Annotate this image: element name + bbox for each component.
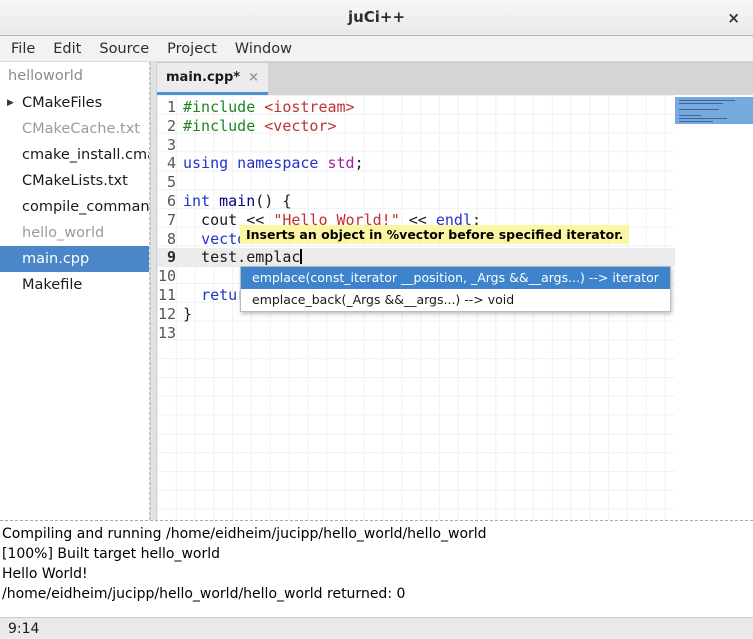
window-title: juCi++ bbox=[0, 0, 753, 34]
minimap-code-line bbox=[679, 115, 701, 116]
code-line-13[interactable]: 13 bbox=[157, 324, 675, 343]
app-window: juCi++ × FileEditSourceProjectWindow hel… bbox=[0, 0, 753, 639]
tab-bar: main.cpp* × bbox=[157, 62, 753, 95]
line-number: 4 bbox=[157, 154, 183, 173]
line-number: 1 bbox=[157, 98, 183, 117]
sidebar-item-makefile[interactable]: Makefile bbox=[0, 272, 149, 298]
minimap-code-line bbox=[679, 121, 713, 122]
code-line-9[interactable]: 9 test.emplac bbox=[157, 248, 675, 267]
code-text bbox=[183, 324, 675, 343]
tab-main-cpp[interactable]: main.cpp* × bbox=[157, 63, 268, 95]
code-line-1[interactable]: 1#include <iostream> bbox=[157, 98, 675, 117]
main-area: helloworld ▶ CMakeFiles CMakeCache.txt cmak… bbox=[0, 62, 753, 520]
file-label: CMakeLists.txt bbox=[22, 173, 128, 189]
line-number: 11 bbox=[157, 286, 183, 305]
tab-label: main.cpp* bbox=[166, 70, 240, 85]
build-output[interactable]: Compiling and running /home/eidheim/juci… bbox=[0, 520, 753, 617]
code-line-6[interactable]: 6int main() { bbox=[157, 192, 675, 211]
file-label: CMakeCache.txt bbox=[22, 121, 140, 137]
code-text: #include <vector> bbox=[183, 117, 675, 136]
output-line: Compiling and running /home/eidheim/juci… bbox=[2, 524, 751, 544]
sidebar-item-main-cpp[interactable]: main.cpp bbox=[0, 246, 149, 272]
title-bar[interactable]: juCi++ × bbox=[0, 0, 753, 36]
cursor-position: 9:14 bbox=[8, 621, 39, 637]
file-tree-items: ▶ CMakeFiles CMakeCache.txt cmake_install.c… bbox=[0, 90, 149, 298]
menu-project[interactable]: Project bbox=[158, 38, 226, 60]
code-text: using namespace std; bbox=[183, 154, 675, 173]
code-text bbox=[183, 173, 675, 192]
line-number: 6 bbox=[157, 192, 183, 211]
minimap-code-line bbox=[679, 118, 727, 119]
sidebar-item-cmakelists-txt[interactable]: CMakeLists.txt bbox=[0, 168, 149, 194]
menu-source[interactable]: Source bbox=[90, 38, 158, 60]
file-label: Makefile bbox=[22, 277, 82, 293]
completion-item[interactable]: emplace(const_iterator __position, _Args… bbox=[241, 267, 670, 289]
sidebar-item-hello-world[interactable]: hello_world bbox=[0, 220, 149, 246]
minimap-code-line bbox=[679, 100, 735, 101]
sidebar-item-cmakefiles[interactable]: ▶ CMakeFiles bbox=[0, 90, 149, 116]
file-label: CMakeFiles bbox=[22, 95, 102, 111]
code-editor[interactable]: 1#include <iostream>2#include <vector>34… bbox=[157, 95, 753, 520]
sidebar-item-cmake-install-cmake[interactable]: cmake_install.cmake bbox=[0, 142, 149, 168]
menu-window[interactable]: Window bbox=[226, 38, 301, 60]
code-line-3[interactable]: 3 bbox=[157, 136, 675, 155]
code-text: int main() { bbox=[183, 192, 675, 211]
pane-resize-handle[interactable] bbox=[150, 62, 157, 520]
editor-column: main.cpp* × 1#include <iostream>2#includ… bbox=[157, 62, 753, 520]
file-label: hello_world bbox=[22, 225, 104, 241]
file-label: main.cpp bbox=[22, 251, 89, 267]
status-bar: 9:14 bbox=[0, 617, 753, 639]
menu-file[interactable]: File bbox=[2, 38, 44, 60]
output-line: Hello World! bbox=[2, 564, 751, 584]
autocomplete-popup: emplace(const_iterator __position, _Args… bbox=[240, 266, 671, 312]
code-line-4[interactable]: 4using namespace std; bbox=[157, 154, 675, 173]
doc-tooltip: Inserts an object in %vector before spec… bbox=[240, 225, 629, 244]
line-number: 2 bbox=[157, 117, 183, 136]
line-number: 9 bbox=[157, 248, 183, 267]
close-icon[interactable]: × bbox=[727, 7, 740, 29]
completion-item[interactable]: emplace_back(_Args &&__args...) --> void bbox=[241, 289, 670, 311]
text-cursor bbox=[300, 249, 302, 264]
file-tree: helloworld ▶ CMakeFiles CMakeCache.txt cmak… bbox=[0, 62, 150, 520]
sidebar-item-compile-commands-json[interactable]: compile_commands.json bbox=[0, 194, 149, 220]
code-text: #include <iostream> bbox=[183, 98, 675, 117]
line-number: 7 bbox=[157, 211, 183, 230]
code-text: test.emplac bbox=[183, 248, 675, 267]
minimap-viewport[interactable] bbox=[675, 97, 753, 124]
line-number: 3 bbox=[157, 136, 183, 155]
output-line: /home/eidheim/jucipp/hello_world/hello_w… bbox=[2, 584, 751, 604]
minimap-code-line bbox=[679, 103, 723, 104]
output-line: [100%] Built target hello_world bbox=[2, 544, 751, 564]
sidebar-item-cmakecache-txt[interactable]: CMakeCache.txt bbox=[0, 116, 149, 142]
code-text bbox=[183, 136, 675, 155]
menu-bar: FileEditSourceProjectWindow bbox=[0, 36, 753, 62]
line-number: 8 bbox=[157, 230, 183, 249]
project-root-label[interactable]: helloworld bbox=[0, 62, 149, 90]
file-label: cmake_install.cmake bbox=[22, 147, 150, 163]
line-number: 12 bbox=[157, 305, 183, 324]
line-number: 5 bbox=[157, 173, 183, 192]
menu-edit[interactable]: Edit bbox=[44, 38, 90, 60]
tab-close-icon[interactable]: × bbox=[248, 70, 259, 85]
line-number: 10 bbox=[157, 267, 183, 286]
line-number: 13 bbox=[157, 324, 183, 343]
expander-icon[interactable]: ▶ bbox=[7, 90, 14, 116]
code-line-2[interactable]: 2#include <vector> bbox=[157, 117, 675, 136]
file-label: compile_commands.json bbox=[22, 199, 150, 215]
code-line-5[interactable]: 5 bbox=[157, 173, 675, 192]
minimap-code-line bbox=[679, 109, 719, 110]
minimap[interactable] bbox=[675, 95, 753, 520]
